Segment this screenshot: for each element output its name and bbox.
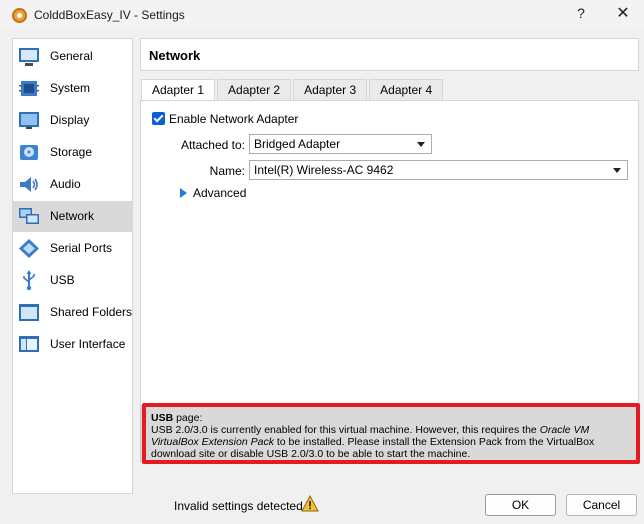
usb-icon (23, 270, 35, 291)
sidebar-item-label: USB (50, 273, 75, 287)
tab-adapter-4[interactable]: Adapter 4 (369, 79, 444, 100)
attached-to-label: Attached to: (180, 138, 245, 152)
adapter-tabs: Adapter 1 Adapter 2 Adapter 3 Adapter 4 (141, 79, 445, 101)
sidebar-item-shared-folders[interactable]: Shared Folders (13, 297, 132, 328)
sidebar-item-network[interactable]: Network (13, 201, 132, 232)
sidebar-item-label: Shared Folders (50, 305, 133, 319)
adapter-name-select[interactable]: Intel(R) Wireless-AC 9462 (249, 160, 628, 180)
name-label: Name: (209, 164, 245, 178)
highlight-annotation (142, 403, 640, 464)
close-button[interactable]: ✕ (612, 3, 634, 25)
sidebar-item-label: Audio (50, 177, 81, 191)
advanced-toggle[interactable]: Advanced (193, 186, 246, 200)
serial-ports-icon (19, 239, 39, 258)
sidebar-item-label: System (50, 81, 91, 95)
sidebar-item-storage[interactable]: Storage (13, 137, 132, 168)
attached-to-select[interactable]: Bridged Adapter (249, 134, 432, 154)
network-icon (19, 208, 39, 224)
sidebar-item-label: General (50, 49, 93, 63)
tab-adapter-3[interactable]: Adapter 3 (293, 79, 368, 100)
sidebar-item-system[interactable]: System (13, 73, 132, 104)
adapter-settings: Enable Network Adapter Attached to: Brid… (140, 100, 639, 410)
display-icon (19, 112, 39, 129)
sidebar-item-general[interactable]: General (13, 41, 132, 72)
sidebar-item-label: Display (50, 113, 90, 127)
help-button[interactable]: ? (570, 5, 592, 25)
sidebar-item-display[interactable]: Display (13, 105, 132, 136)
title-bar: ColddBoxEasy_IV - Settings ? ✕ (0, 0, 644, 30)
sidebar-item-audio[interactable]: Audio (13, 169, 132, 200)
expand-arrow-icon[interactable] (180, 188, 187, 198)
system-icon (19, 81, 39, 96)
ok-button[interactable]: OK (485, 494, 556, 516)
panel-header: Network (140, 38, 639, 71)
sidebar-item-label: Storage (50, 145, 93, 159)
sidebar-item-serial-ports[interactable]: Serial Ports (13, 233, 132, 264)
storage-icon (20, 145, 38, 160)
cancel-button[interactable]: Cancel (566, 494, 637, 516)
sidebar-item-usb[interactable]: USB (13, 265, 132, 296)
window-title: ColddBoxEasy_IV - Settings (34, 8, 185, 22)
tab-adapter-2[interactable]: Adapter 2 (217, 79, 292, 100)
enable-network-adapter-label[interactable]: Enable Network Adapter (169, 112, 298, 126)
user-interface-icon (19, 336, 39, 352)
warning-icon[interactable] (301, 495, 319, 512)
audio-icon (20, 177, 38, 192)
sidebar-item-label: User Interface (50, 337, 126, 351)
general-icon (19, 48, 39, 66)
adapter-name-value: Intel(R) Wireless-AC 9462 (254, 163, 394, 177)
settings-sidebar: General System Display Storage Audio Net… (12, 38, 133, 494)
chevron-down-icon (613, 168, 621, 173)
chevron-down-icon (417, 142, 425, 147)
attached-to-value: Bridged Adapter (254, 137, 341, 151)
enable-network-adapter-checkbox[interactable] (152, 112, 165, 125)
tab-adapter-1[interactable]: Adapter 1 (141, 79, 216, 101)
invalid-settings-label: Invalid settings detected (174, 499, 303, 513)
virtualbox-settings-icon (12, 8, 27, 23)
shared-folders-icon (19, 304, 39, 321)
sidebar-item-label: Serial Ports (50, 241, 113, 255)
page-title: Network (149, 48, 201, 63)
sidebar-item-user-interface[interactable]: User Interface (13, 329, 132, 360)
sidebar-item-label: Network (50, 209, 95, 223)
